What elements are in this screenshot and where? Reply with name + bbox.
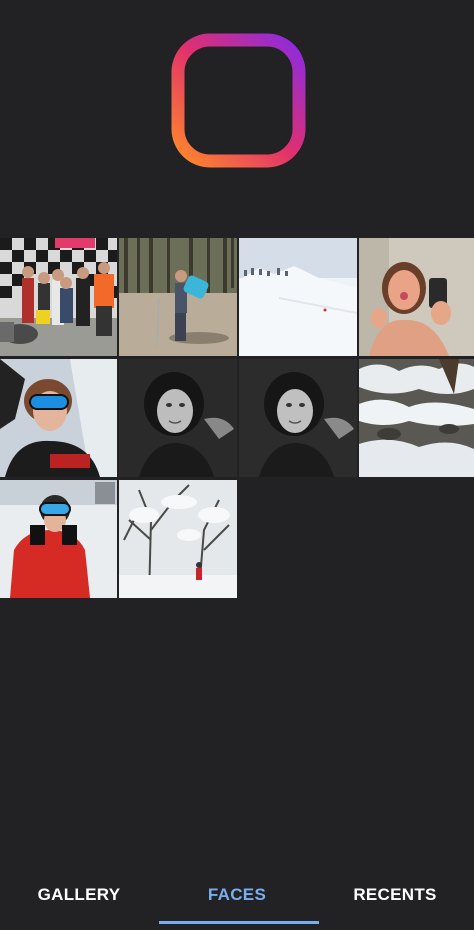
selfie-thumbs-up-photo[interactable] [359, 238, 474, 356]
face-photo-grid [0, 238, 474, 598]
tab-faces[interactable]: FACES [158, 860, 316, 930]
skier-red-jacket-photo[interactable] [0, 480, 117, 598]
group-photo-checkered-wall[interactable] [0, 238, 117, 356]
snowy-forest-skier-photo[interactable] [119, 480, 237, 598]
bottom-tab-bar: GALLERY FACES RECENTS [0, 860, 474, 930]
tab-recents[interactable]: RECENTS [316, 860, 474, 930]
active-tab-indicator [159, 921, 319, 924]
hiker-forest-photo[interactable] [119, 238, 237, 356]
black-white-portrait-photo-2[interactable] [239, 359, 357, 477]
photo-picker-screen: GALLERY FACES RECENTS [0, 0, 474, 930]
tab-gallery[interactable]: GALLERY [0, 860, 158, 930]
snow-covered-rocks-photo[interactable] [359, 359, 474, 477]
layout-app-logo-icon [171, 33, 306, 168]
selfie-ski-goggles-photo[interactable] [0, 359, 117, 477]
black-white-portrait-photo-1[interactable] [119, 359, 237, 477]
snowy-mountain-slope-photo[interactable] [239, 238, 357, 356]
